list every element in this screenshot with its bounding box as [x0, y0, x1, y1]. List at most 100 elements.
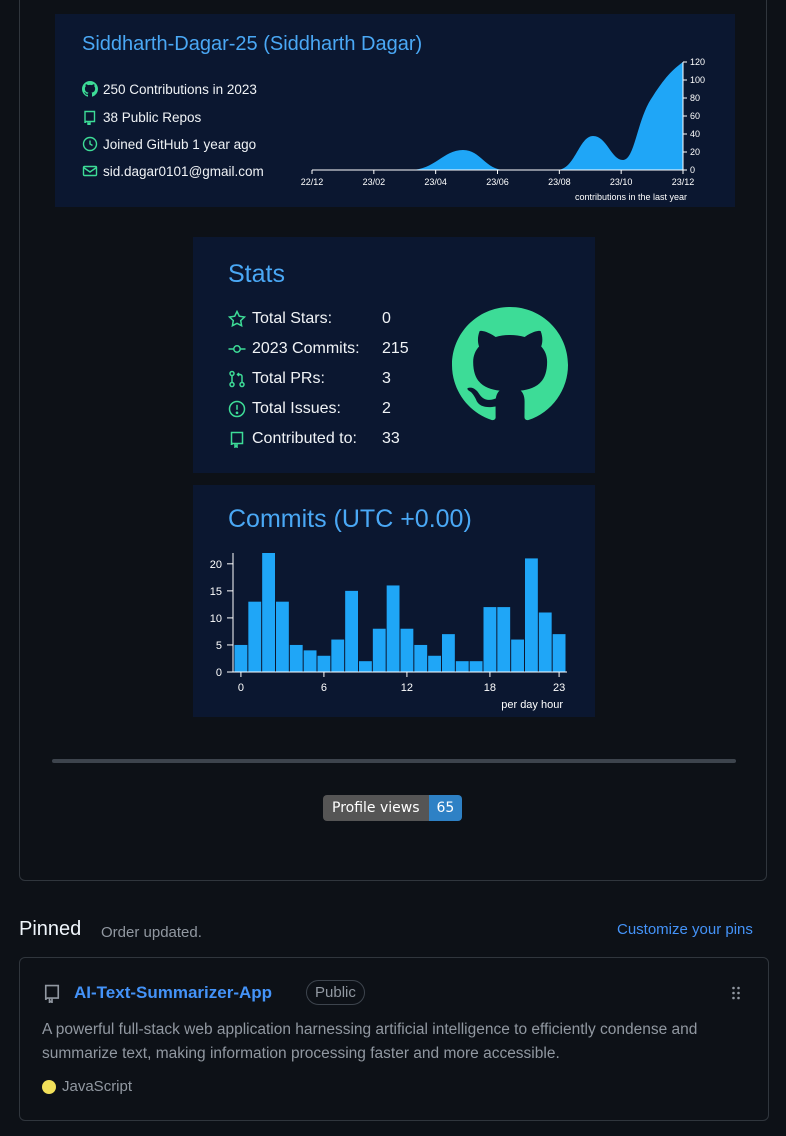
contributions-row: 250 Contributions in 2023	[82, 81, 257, 97]
star-icon	[228, 310, 246, 328]
commit-bar	[469, 661, 483, 672]
commit-bar	[262, 553, 275, 672]
commit-bar	[386, 585, 400, 672]
bar-y-tick-label: 0	[216, 667, 222, 679]
stat-value: 0	[382, 310, 391, 327]
stat-value: 3	[382, 370, 391, 387]
email-text: sid.dagar0101@gmail.com	[103, 163, 264, 179]
repo-name-link[interactable]: AI-Text-Summarizer-App	[74, 983, 272, 1003]
profile-title: Siddharth-Dagar-25 (Siddharth Dagar)	[82, 33, 423, 55]
stat-label: Total Stars:	[252, 310, 333, 327]
stat-value: 215	[382, 340, 409, 357]
commits-bar-chart: 0 5 10 15 20 0 6 12 18 23 per day hour	[210, 553, 567, 711]
contributions-chart: 0 20 40 60 80 100 120 22/12 23/02 23/04 23/06 23/0…	[301, 57, 705, 202]
divider	[52, 759, 736, 763]
commit-bar	[303, 650, 317, 672]
mail-icon	[82, 163, 98, 179]
commit-bar	[400, 628, 414, 672]
commit-bar	[552, 634, 566, 672]
contrib-x-tick-label: 23/06	[486, 177, 509, 187]
badge-count: 65	[428, 795, 463, 821]
email-row: sid.dagar0101@gmail.com	[82, 163, 264, 179]
stat-row-prs: Total PRs: 3	[228, 370, 391, 388]
stat-value: 2	[382, 400, 391, 417]
repo-icon	[228, 430, 246, 448]
drag-handle-icon[interactable]	[731, 985, 741, 1006]
stats-card: Stats Total Stars: 0 2023 Commits: 215 T…	[193, 237, 595, 473]
bar-y-tick-label: 5	[216, 640, 222, 652]
commit-bar	[483, 607, 497, 672]
customize-pins-link[interactable]: Customize your pins	[617, 921, 753, 938]
language-name: JavaScript	[62, 1078, 133, 1095]
contrib-x-tick-label: 23/10	[610, 177, 633, 187]
commit-bar	[497, 607, 511, 672]
bar-x-tick-label: 6	[321, 682, 327, 694]
contrib-y-tick-label: 60	[690, 111, 700, 121]
repos-text: 38 Public Repos	[103, 109, 202, 125]
visibility-badge: Public	[306, 980, 365, 1005]
bar-y-tick-label: 20	[210, 559, 222, 571]
commit-bar	[442, 634, 455, 672]
stat-row-commits: 2023 Commits: 215	[228, 340, 409, 358]
bar-x-tick-label: 18	[484, 682, 496, 694]
commit-bar	[538, 612, 552, 672]
commits-card: Commits (UTC +0.00) 0 5 10 15 20 0 6 12 18 23 pe…	[193, 485, 595, 717]
commit-bar	[414, 644, 428, 672]
contrib-x-tick-label: 23/08	[548, 177, 571, 187]
commit-bar	[511, 639, 524, 672]
commit-bar	[276, 601, 289, 672]
joined-text: Joined GitHub 1 year ago	[103, 136, 257, 152]
profile-views-badge: Profile views 65	[323, 795, 463, 821]
repos-row: 38 Public Repos	[82, 109, 201, 125]
stat-row-contributed: Contributed to: 33	[228, 430, 400, 448]
commit-bar	[331, 639, 345, 672]
profile-summary-card: Siddharth-Dagar-25 (Siddharth Dagar) 250…	[55, 14, 735, 207]
stat-label: 2023 Commits:	[252, 340, 360, 357]
commit-bar	[248, 601, 262, 672]
contrib-x-tick-label: 23/04	[424, 177, 447, 187]
commit-bar	[455, 661, 469, 672]
stat-label: Contributed to:	[252, 430, 357, 447]
contrib-x-tick-label: 23/02	[363, 177, 386, 187]
contrib-x-tick-label: 22/12	[301, 177, 324, 187]
repo-language: JavaScript	[42, 1078, 132, 1095]
commit-bar	[525, 558, 538, 672]
github-icon	[82, 81, 98, 97]
contrib-y-tick-label: 120	[690, 57, 705, 67]
repo-description: A powerful full-stack web application ha…	[42, 1021, 698, 1062]
contrib-xlabel: contributions in the last year	[575, 192, 687, 202]
commit-bar	[317, 655, 331, 672]
contrib-y-tick-label: 80	[690, 93, 700, 103]
commit-bar	[234, 644, 248, 672]
commit-bar	[345, 590, 358, 672]
bar-y-tick-label: 15	[210, 586, 222, 598]
bar-x-tick-label: 0	[238, 682, 244, 694]
stat-label: Total PRs:	[252, 370, 325, 387]
bar-x-tick-label: 12	[401, 682, 413, 694]
commit-icon	[228, 340, 246, 358]
stat-value: 33	[382, 430, 400, 447]
joined-row: Joined GitHub 1 year ago	[82, 136, 256, 152]
commit-bar	[289, 644, 303, 672]
clock-icon	[82, 136, 98, 152]
stat-row-issues: Total Issues: 2	[228, 400, 391, 418]
stats-title: Stats	[228, 260, 285, 288]
contributions-text: 250 Contributions in 2023	[103, 81, 257, 97]
contrib-y-tick-label: 20	[690, 147, 700, 157]
pinned-heading: Pinned	[19, 918, 82, 940]
commits-xlabel: per day hour	[501, 699, 563, 711]
bar-y-tick-label: 10	[210, 613, 222, 625]
contrib-y-tick-label: 100	[690, 75, 705, 85]
commit-bar	[428, 655, 441, 672]
contributions-area	[312, 62, 683, 170]
language-color-dot	[42, 1079, 56, 1094]
commit-bar	[372, 628, 386, 672]
contrib-y-tick-label: 0	[690, 165, 695, 175]
contrib-y-tick-label: 40	[690, 129, 700, 139]
stat-row-stars: Total Stars: 0	[228, 310, 391, 328]
pull-request-icon	[228, 370, 246, 388]
bar-x-tick-label: 23	[553, 682, 565, 694]
commits-title: Commits (UTC +0.00)	[228, 505, 472, 533]
repo-icon	[42, 983, 62, 1008]
stat-label: Total Issues:	[252, 400, 341, 417]
